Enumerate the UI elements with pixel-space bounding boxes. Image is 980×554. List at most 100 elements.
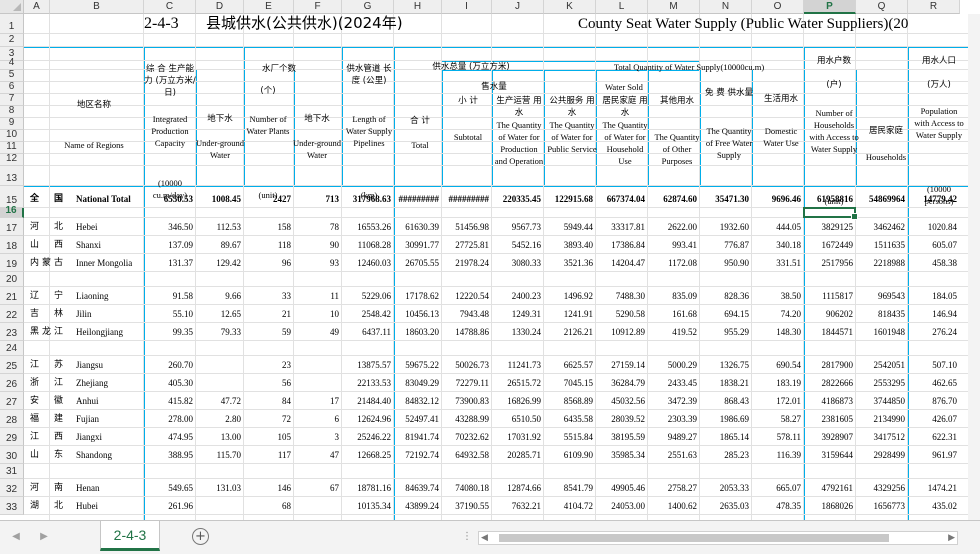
table-cell[interactable]: 83049.29	[394, 379, 439, 388]
table-cell[interactable]: 2551.63	[648, 451, 697, 460]
table-cell[interactable]: 43899.24	[394, 502, 439, 511]
add-sheet-icon[interactable]: +	[192, 528, 209, 545]
table-cell[interactable]: 474.95	[144, 433, 193, 442]
table-cell[interactable]: 10912.89	[596, 328, 645, 337]
table-cell[interactable]: 835.09	[648, 292, 697, 301]
table-cell[interactable]: 16826.99	[492, 397, 541, 406]
row-header-16[interactable]: 16	[0, 205, 24, 218]
table-cell[interactable]: 776.87	[700, 241, 749, 250]
table-cell[interactable]: 55.10	[144, 310, 193, 319]
table-cell[interactable]: 11	[294, 292, 339, 301]
table-cell[interactable]: 61958816	[804, 195, 853, 204]
table-cell[interactable]: 3744850	[856, 397, 906, 406]
row-header-19[interactable]: 19	[0, 254, 24, 272]
table-cell[interactable]: 1496.92	[544, 292, 593, 301]
row-header-24[interactable]: 24	[0, 341, 24, 356]
table-cell[interactable]: 435.02	[908, 502, 957, 511]
table-cell[interactable]: 220335.45	[492, 195, 541, 204]
table-cell[interactable]: #########	[442, 195, 490, 204]
table-cell[interactable]: 3	[294, 433, 340, 442]
table-cell[interactable]: 13875.57	[342, 361, 391, 370]
table-cell[interactable]: 56	[244, 379, 291, 388]
table-cell[interactable]: 713	[294, 195, 340, 204]
select-all-corner[interactable]	[0, 0, 24, 14]
table-cell[interactable]: 84639.74	[394, 484, 439, 493]
table-cell[interactable]: 17031.92	[492, 433, 541, 442]
table-cell[interactable]: 346.50	[144, 223, 193, 232]
table-cell[interactable]: 27725.81	[442, 241, 489, 250]
row-header-18[interactable]: 18	[0, 236, 24, 254]
table-cell[interactable]: 18781.16	[342, 484, 391, 493]
sheet-tab[interactable]: 2-4-3	[100, 521, 160, 551]
table-cell[interactable]: 6550.53	[144, 195, 193, 204]
table-cell[interactable]: 74.20	[752, 310, 801, 319]
table-cell[interactable]: 70232.62	[442, 433, 489, 442]
table-cell[interactable]: 129.42	[196, 259, 241, 268]
row-header-25[interactable]: 25	[0, 356, 24, 374]
table-cell[interactable]: 1656773	[856, 502, 906, 511]
table-cell[interactable]: 462.65	[908, 379, 957, 388]
table-cell[interactable]: 331.51	[752, 259, 801, 268]
table-cell[interactable]: 112.53	[196, 223, 241, 232]
column-header-m[interactable]: M	[648, 0, 700, 14]
column-header-l[interactable]: L	[596, 0, 648, 14]
table-cell[interactable]: 6109.90	[544, 451, 593, 460]
table-cell[interactable]: 1932.60	[700, 223, 749, 232]
table-cell[interactable]: 4104.72	[544, 502, 593, 511]
table-cell[interactable]: 1115817	[804, 292, 853, 301]
table-cell[interactable]: 1008.45	[196, 195, 241, 204]
table-cell[interactable]: 2218988	[856, 259, 906, 268]
table-cell[interactable]: 868.43	[700, 397, 749, 406]
table-cell[interactable]: 21	[244, 310, 291, 319]
table-cell[interactable]: 8568.89	[544, 397, 593, 406]
table-cell[interactable]: 260.70	[144, 361, 193, 370]
table-cell[interactable]: 10	[294, 310, 339, 319]
table-cell[interactable]: 24053.00	[596, 502, 645, 511]
column-header-d[interactable]: D	[196, 0, 244, 14]
table-cell[interactable]: 38195.59	[596, 433, 645, 442]
table-cell[interactable]: 172.01	[752, 397, 801, 406]
table-cell[interactable]: 507.10	[908, 361, 957, 370]
table-cell[interactable]: 81941.74	[394, 433, 439, 442]
table-cell[interactable]: 1172.08	[648, 259, 697, 268]
table-cell[interactable]: #########	[394, 195, 440, 204]
table-cell[interactable]: 285.23	[700, 451, 749, 460]
table-cell[interactable]: 1249.31	[492, 310, 541, 319]
table-cell[interactable]: 317968.63	[342, 195, 391, 204]
table-cell[interactable]: 8541.79	[544, 484, 593, 493]
row-header-29[interactable]: 29	[0, 428, 24, 446]
table-cell[interactable]: 4329256	[856, 484, 906, 493]
table-cell[interactable]: 93	[294, 259, 339, 268]
column-header-i[interactable]: I	[442, 0, 492, 14]
selected-cell[interactable]	[803, 207, 858, 220]
table-cell[interactable]: 2928499	[856, 451, 906, 460]
table-cell[interactable]: 183.19	[752, 379, 801, 388]
table-cell[interactable]: 667374.04	[596, 195, 645, 204]
table-cell[interactable]: 21978.24	[442, 259, 489, 268]
table-cell[interactable]: 47.72	[196, 397, 241, 406]
table-cell[interactable]: 21484.40	[342, 397, 391, 406]
table-cell[interactable]: 388.95	[144, 451, 193, 460]
table-cell[interactable]: 4186873	[804, 397, 854, 406]
table-cell[interactable]: 84	[244, 397, 291, 406]
table-cell[interactable]: 25246.22	[342, 433, 391, 442]
table-cell[interactable]: 72192.74	[394, 451, 439, 460]
table-cell[interactable]: 35985.34	[596, 451, 645, 460]
table-cell[interactable]: 105	[244, 433, 292, 442]
table-cell[interactable]: 20285.71	[492, 451, 541, 460]
column-header-o[interactable]: O	[752, 0, 804, 14]
table-cell[interactable]: 22133.53	[342, 379, 391, 388]
table-cell[interactable]: 7045.15	[544, 379, 593, 388]
table-cell[interactable]: 1601948	[856, 328, 906, 337]
column-header-p[interactable]: P	[804, 0, 856, 14]
table-cell[interactable]: 158	[244, 223, 292, 232]
table-cell[interactable]: 59675.22	[394, 361, 439, 370]
table-cell[interactable]: 2553295	[856, 379, 906, 388]
table-cell[interactable]: 5515.84	[544, 433, 593, 442]
table-cell[interactable]: 3080.33	[492, 259, 541, 268]
table-cell[interactable]: 50026.73	[442, 361, 489, 370]
table-cell[interactable]: 72279.11	[442, 379, 489, 388]
row-header-26[interactable]: 26	[0, 374, 24, 392]
row-header-21[interactable]: 21	[0, 287, 24, 305]
table-cell[interactable]: 3521.36	[544, 259, 593, 268]
